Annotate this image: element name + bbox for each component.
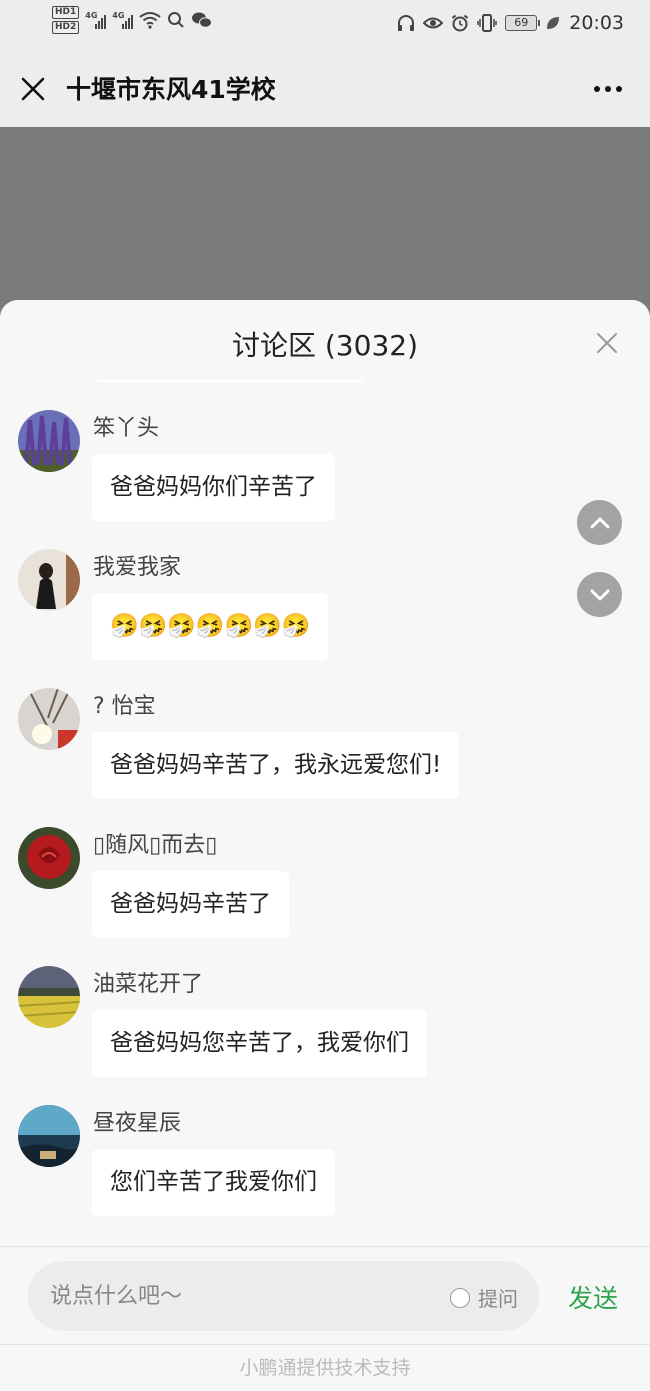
comment-input-box: 提问 (28, 1261, 539, 1331)
status-left: HD1 HD2 4G 4G (52, 6, 213, 34)
hd-indicators: HD1 HD2 (52, 6, 80, 34)
comment-author: 昼夜星辰 (93, 1111, 182, 1136)
headphones-icon (398, 15, 415, 31)
comment-bubble[interactable]: 爸爸妈妈辛苦了 (92, 871, 289, 938)
eye-icon (423, 17, 444, 29)
signal-icon: 4G (85, 11, 107, 29)
comment-bubble[interactable]: 爸爸妈妈辛苦了，我永远爱您们! (92, 732, 460, 799)
comment-item: 油菜花开了 爸爸妈妈您辛苦了，我爱你们 (18, 966, 618, 1096)
wechat-icon (192, 12, 213, 28)
panel-title: 讨论区 (3032) (231, 329, 418, 362)
avatar[interactable] (18, 549, 80, 611)
comment-author: 油菜花开了 (93, 972, 204, 997)
discussion-panel: 笨丫头 爸爸妈妈你们辛苦了 我爱我家 🤧🤧🤧🤧🤧🤧🤧 ? 怡宝 爸爸妈妈辛苦了，… (0, 300, 650, 1391)
alarm-icon (452, 14, 469, 32)
comment-item: ▯随风▯而去▯ 爸爸妈妈辛苦了 (18, 827, 618, 957)
vibrate-icon (477, 14, 497, 32)
comment-item: 昼夜星辰 您们辛苦了我爱你们 (18, 1105, 618, 1235)
comment-author: 我爱我家 (93, 555, 182, 580)
comment-bubble[interactable]: 🤧🤧🤧🤧🤧🤧🤧 (92, 593, 329, 660)
comment-bubble[interactable]: 您们辛苦了我爱你们 (92, 1149, 335, 1216)
close-icon[interactable] (596, 332, 618, 354)
more-icon[interactable] (594, 86, 622, 92)
hd2-badge: HD2 (52, 21, 80, 34)
comment-input-bar: 提问 发送 (0, 1246, 650, 1344)
hd1-badge: HD1 (52, 6, 80, 19)
powered-by-footer: 小鹏通提供技术支持 (0, 1344, 650, 1391)
avatar[interactable] (18, 966, 80, 1028)
ask-question-label: 提问 (478, 1287, 518, 1311)
scroll-up-button[interactable] (577, 500, 622, 545)
comment-author: ▯随风▯而去▯ (93, 833, 218, 858)
ask-question-toggle[interactable]: 提问 (450, 1283, 518, 1312)
dimmed-background[interactable] (0, 127, 650, 327)
comment-author: ? 怡宝 (93, 694, 156, 719)
comment-bubble[interactable]: 爸爸妈妈您辛苦了，我爱你们 (92, 1010, 427, 1077)
signal-icon: 4G (112, 11, 134, 29)
status-right: 69 20:03 (397, 12, 624, 34)
network-type-label: 4G (85, 11, 98, 20)
nav-bar: 十堰市东风41学校 (0, 50, 650, 127)
search-icon (168, 12, 184, 28)
comment-item: 我爱我家 🤧🤧🤧🤧🤧🤧🤧 (18, 549, 618, 679)
radio-icon[interactable] (450, 1287, 470, 1308)
avatar[interactable] (18, 410, 80, 472)
close-icon[interactable] (20, 76, 46, 102)
network-type-label: 4G (112, 11, 125, 20)
clock-time: 20:03 (569, 12, 624, 34)
avatar[interactable] (18, 827, 80, 889)
comment-input[interactable] (50, 1261, 430, 1331)
avatar[interactable] (18, 688, 80, 750)
avatar[interactable] (18, 1105, 80, 1167)
leaf-icon (547, 17, 560, 29)
wifi-icon (139, 12, 161, 29)
comment-author: 笨丫头 (93, 416, 160, 441)
comment-item: ? 怡宝 爸爸妈妈辛苦了，我永远爱您们! (18, 688, 618, 818)
scroll-down-button[interactable] (577, 572, 622, 617)
page-title: 十堰市东风41学校 (66, 75, 276, 104)
chevron-up-icon (590, 517, 609, 528)
send-button[interactable]: 发送 (568, 1279, 618, 1315)
chevron-down-icon (590, 589, 609, 600)
status-bar: HD1 HD2 4G 4G 69 20:03 (0, 0, 650, 50)
battery-indicator: 69 (505, 15, 541, 31)
comment-bubble[interactable]: 爸爸妈妈你们辛苦了 (92, 454, 335, 521)
panel-header: 讨论区 (3032) (0, 300, 650, 380)
comment-item: 笨丫头 爸爸妈妈你们辛苦了 (18, 410, 618, 540)
